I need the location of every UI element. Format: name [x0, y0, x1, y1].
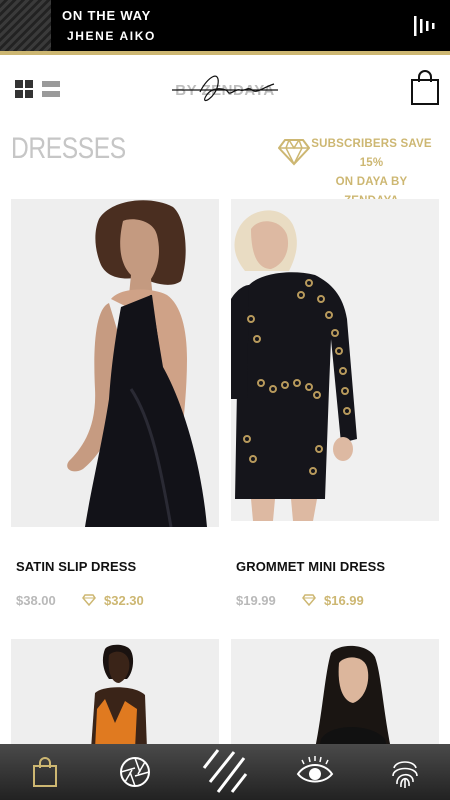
product-image-grommet-mini-dress[interactable] [231, 199, 439, 521]
diamond-icon [82, 594, 96, 606]
track-artist: JHENE AIKO [67, 29, 156, 43]
eye-icon[interactable] [296, 754, 334, 790]
product-price: $38.00 [16, 593, 56, 608]
product-price: $19.99 [236, 593, 276, 608]
product-image-orange-dress[interactable] [11, 639, 219, 749]
album-art [0, 0, 51, 51]
product-image-satin-slip-dress[interactable] [11, 199, 219, 527]
fingerprint-icon[interactable] [388, 754, 422, 790]
subscriber-price: $32.30 [104, 593, 144, 608]
camera-aperture-icon[interactable] [118, 754, 152, 790]
subscriber-price: $16.99 [324, 593, 364, 608]
shopping-bag-icon[interactable] [410, 70, 440, 106]
brand-logo[interactable]: BY ZENDAYA [170, 66, 280, 110]
equalizer-icon[interactable] [414, 16, 438, 36]
product-image-black-top[interactable] [231, 639, 439, 749]
gold-divider [0, 51, 450, 55]
diamond-icon [302, 594, 316, 606]
bottom-navigation [0, 744, 450, 800]
list-view-icon[interactable] [42, 80, 60, 98]
track-title: ON THE WAY [62, 8, 152, 23]
page-title: DRESSES [11, 132, 126, 165]
now-playing-bar[interactable]: ON THE WAY JHENE AIKO [0, 0, 450, 51]
product-name[interactable]: SATIN SLIP DRESS [16, 559, 136, 574]
diamond-icon [278, 139, 310, 166]
promo-line-1: SUBSCRIBERS SAVE 15% [311, 138, 432, 169]
product-name[interactable]: GROMMET MINI DRESS [236, 559, 385, 574]
brand-stripes-icon[interactable] [200, 748, 248, 794]
grid-view-icon[interactable] [15, 80, 33, 98]
shopping-bag-icon[interactable] [28, 754, 62, 790]
